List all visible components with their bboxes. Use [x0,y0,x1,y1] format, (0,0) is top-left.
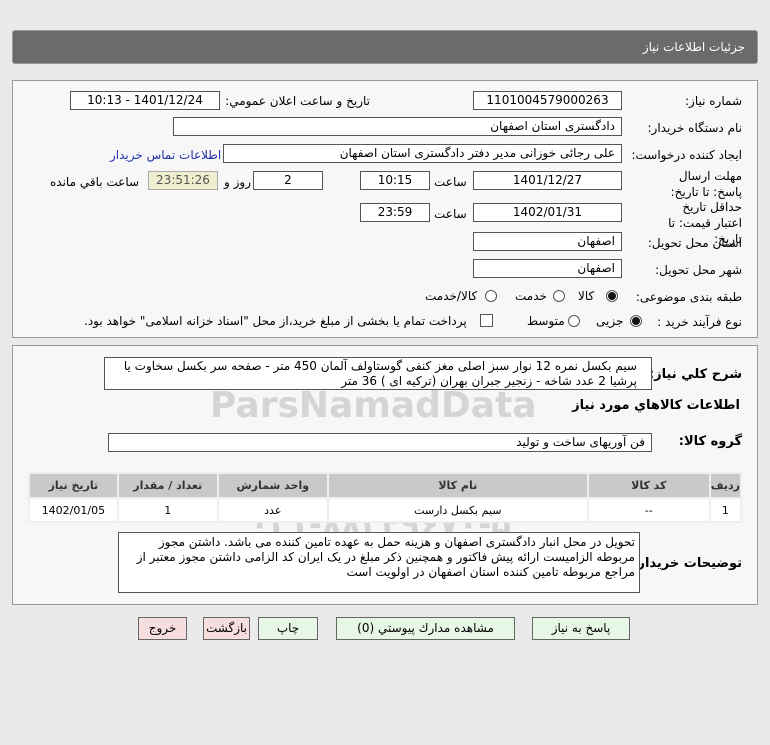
col-name: نام کالا [328,474,587,497]
province-field: اصفهان [473,232,622,251]
buyer-field: دادگستری استان اصفهان [173,117,622,136]
deadline-label: مهلت ارسال پاسخ: تا تاریخ: [670,169,742,199]
page-title: جزئیات اطلاعات نیاز [642,40,745,54]
cell-name: سیم بکسل دارست [328,499,587,521]
cell-code: -- [588,499,709,521]
need-number-field: 1101004579000263 [473,91,622,110]
reply-button[interactable]: پاسخ به نیاز [532,617,630,640]
notes-box: تحویل در محل انبار دادگستری اصفهان و هزی… [118,532,640,593]
cell-date: 1402/01/05 [30,499,117,521]
col-unit: واحد شمارش [218,474,327,497]
creator-label: ایجاد کننده درخواست: [631,148,742,162]
creator-field: علی رجائی خوزانی مدیر دفتر دادگستری استا… [223,144,622,163]
category-service-label: خدمت [515,289,547,303]
city-label: شهر محل تحویل: [655,263,742,277]
summary-label: شرح كلي نياز: [648,367,742,382]
col-code: کد کالا [588,474,709,497]
cell-unit: عدد [218,499,327,521]
category-goods-radio[interactable] [606,290,618,302]
group-field: فن آوریهای ساخت و تولید [108,433,652,452]
category-service-radio[interactable] [553,290,565,302]
process-minor-radio[interactable] [630,315,642,327]
back-button[interactable]: بازگشت [203,617,250,640]
payment-note: پرداخت تمام یا بخشی از مبلغ خرید،از محل … [84,314,467,328]
goods-table: ردیف کد کالا نام کالا واحد شمارش تعداد /… [28,472,742,523]
days-label: روز و [224,175,251,189]
col-row: ردیف [710,474,740,497]
announce-label: تاریخ و ساعت اعلان عمومي: [225,94,370,108]
page-header: جزئیات اطلاعات نیاز [12,30,758,64]
remaining-label: ساعت باقي مانده [50,175,140,189]
process-medium-label: متوسط [527,314,565,328]
watermark: ParsNamadData [210,385,537,426]
print-button[interactable]: چاپ [258,617,318,640]
validity-date-field: 1402/01/31 [473,203,622,222]
view-attachments-button[interactable]: مشاهده مدارك پيوستي (0) [336,617,515,640]
contact-buyer-link[interactable]: اطلاعات تماس خریدار [110,148,221,162]
cell-row: 1 [710,499,740,521]
summary-textarea[interactable]: سیم بکسل نمره 12 نوار سبز اصلی مغز کنفی … [104,357,652,390]
countdown-field: 23:51:26 [148,171,218,190]
category-label: طبقه بندی موضوعی: [635,290,742,304]
category-goods-label: کالا [578,289,595,303]
validity-time-field: 23:59 [360,203,430,222]
col-qty: تعداد / مقدار [118,474,217,497]
process-label: نوع فرآیند خرید : [657,315,742,329]
deadline-time-field: 10:15 [360,171,430,190]
exit-button[interactable]: خروج [138,617,187,640]
table-row: 1 -- سیم بکسل دارست عدد 1 1402/01/05 [30,499,740,521]
table-header-row: ردیف کد کالا نام کالا واحد شمارش تعداد /… [30,474,740,497]
goods-section-title: اطلاعات كالاهاي مورد نياز [572,398,740,413]
category-both-label: کالا/خدمت [425,289,478,303]
deadline-time-label: ساعت [434,175,467,189]
treasury-payment-checkbox[interactable] [480,314,493,327]
days-field: 2 [253,171,323,190]
notes-label: توضیحات خریدار: [632,556,742,571]
province-label: استان محل تحویل: [647,236,742,250]
process-minor-label: جزیی [596,314,624,328]
process-medium-radio[interactable] [568,315,580,327]
category-both-radio[interactable] [485,290,497,302]
deadline-date-field: 1401/12/27 [473,171,622,190]
announce-field: 1401/12/24 - 10:13 [70,91,220,110]
col-date: تاریخ نیاز [30,474,117,497]
buyer-label: نام دستگاه خریدار: [647,121,743,135]
validity-time-label: ساعت [434,207,467,221]
city-field: اصفهان [473,259,622,278]
cell-qty: 1 [118,499,217,521]
group-label: گروه کالا: [678,434,742,449]
need-number-label: شماره نیاز: [685,94,742,108]
